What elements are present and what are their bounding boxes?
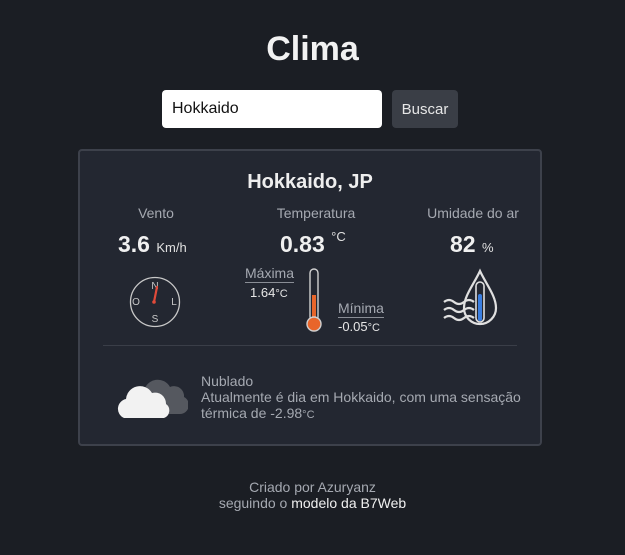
- wind-unit: Km/h: [156, 240, 187, 255]
- temperature-unit: °C: [331, 229, 346, 244]
- location-title: Hokkaido, JP: [247, 171, 373, 193]
- compass-icon: N S L O: [129, 276, 181, 328]
- search-input[interactable]: [162, 90, 382, 128]
- min-label: Mínima: [338, 300, 384, 318]
- footer-credit: Criado por Azuryanz: [249, 479, 376, 495]
- footer-link[interactable]: modelo da B7Web: [291, 495, 406, 511]
- humidity-drop-icon: [443, 268, 498, 326]
- humidity-unit: %: [481, 240, 494, 255]
- temperature-current: 0.83: [280, 231, 325, 257]
- min-value: -0.05°C: [338, 319, 380, 334]
- temperature-label: Temperatura: [276, 205, 356, 221]
- condition-title: Nublado: [201, 373, 254, 389]
- thermometer-icon: [306, 268, 322, 332]
- cloud-icon: [117, 379, 188, 418]
- wind-label: Vento: [138, 205, 174, 221]
- compass-s: S: [152, 314, 159, 325]
- page-title: Clima: [266, 30, 359, 68]
- condition-line2: térmica de -2.98°C: [201, 405, 315, 421]
- wind-speed: 3.6: [118, 231, 150, 257]
- weather-card: Hokkaido, JP Vento 3.6 Km/h N S L O Temp…: [78, 149, 542, 446]
- temperature-value: 0.83 °C: [280, 229, 346, 258]
- card-divider: [103, 345, 517, 346]
- footer-prefix: seguindo o: [218, 495, 288, 511]
- humidity-value: 82 %: [450, 231, 494, 258]
- compass-e: L: [171, 297, 177, 308]
- wind-value: 3.6 Km/h: [118, 231, 187, 258]
- compass-w: O: [132, 297, 140, 308]
- condition-line1: Atualmente é dia em Hokkaido, com uma se…: [201, 389, 521, 405]
- max-value: 1.64°C: [250, 285, 288, 300]
- humidity-percent: 82: [450, 231, 476, 257]
- max-label: Máxima: [245, 265, 295, 283]
- humidity-label: Umidade do ar: [427, 205, 519, 221]
- footer-source: seguindo o modelo da B7Web: [0, 495, 625, 511]
- search-button[interactable]: Buscar: [392, 90, 458, 128]
